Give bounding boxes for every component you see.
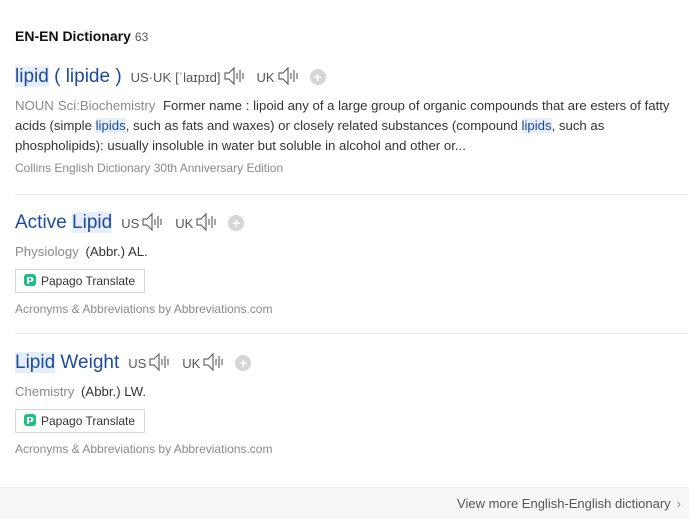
headword-highlight: lipid <box>15 66 49 87</box>
pronunciation-group: US UK <box>121 212 219 235</box>
us-label: US <box>121 215 140 231</box>
uk-label: UK <box>256 69 275 85</box>
ipa-text: [ˈlaɪpɪd] <box>175 69 221 85</box>
entry-active-lipid: Active Lipid US UK + Physiology (Abbr.) … <box>15 209 689 316</box>
view-more-link[interactable]: View more English-English dictionary › <box>457 496 681 511</box>
definition-text: , such as fats and waxes) or closely rel… <box>125 118 522 133</box>
uk-label: UK <box>175 215 194 231</box>
pronunciation-group: US UK <box>128 352 226 375</box>
us-label: US <box>128 355 147 371</box>
headword-link[interactable]: Lipid Weight <box>15 352 119 374</box>
speaker-icon[interactable] <box>148 352 172 375</box>
pronunciation-group: US·UK [ˈlaɪpɪd] UK <box>131 66 301 89</box>
headword-text: Weight <box>55 352 120 373</box>
headword-highlight: Lipid <box>72 212 113 233</box>
papago-translate-button[interactable]: Papago Translate <box>15 409 146 433</box>
definition-text: (Abbr.) LW. <box>81 384 147 399</box>
headword-variant: ( lipide ) <box>54 66 122 87</box>
papago-logo-icon <box>24 413 36 429</box>
speaker-icon[interactable] <box>141 212 165 235</box>
entry-lipid: lipid ( lipide ) US·UK [ˈlaɪpɪd] UK + NO… <box>15 63 689 175</box>
field-label: Physiology <box>15 244 79 259</box>
speaker-icon[interactable] <box>277 66 301 89</box>
field-label: Sci:Biochemistry <box>57 98 156 113</box>
definition-text: (Abbr.) AL. <box>85 244 148 259</box>
add-wordbook-plus-icon[interactable]: + <box>235 355 252 371</box>
add-wordbook-plus-icon[interactable]: + <box>228 215 245 231</box>
headword-text: Active <box>15 212 73 233</box>
part-of-speech: NOUN <box>15 98 54 113</box>
uk-label: UK <box>182 355 201 371</box>
dictionary-header: EN-EN Dictionary 63 <box>15 28 148 46</box>
entry-lipid-weight: Lipid Weight US UK + Chemistry (Abbr.) L… <box>15 349 689 456</box>
papago-translate-label: Papago Translate <box>41 274 136 288</box>
papago-logo-icon <box>24 273 36 289</box>
definition: Chemistry (Abbr.) LW. <box>15 382 689 402</box>
view-more-label: View more English-English dictionary <box>457 496 671 511</box>
field-label: Chemistry <box>15 384 75 399</box>
papago-translate-label: Papago Translate <box>41 414 136 428</box>
add-wordbook-plus-icon[interactable]: + <box>309 69 326 85</box>
speaker-icon[interactable] <box>223 66 247 89</box>
chevron-right-icon: › <box>676 496 681 511</box>
speaker-icon[interactable] <box>202 352 226 375</box>
definition: NOUN Sci:Biochemistry Former name : lipoi… <box>15 96 681 156</box>
headword-highlight: Lipid <box>15 352 56 373</box>
definition-highlight: lipids <box>521 118 552 133</box>
divider <box>15 333 689 334</box>
speaker-icon[interactable] <box>195 212 219 235</box>
result-count: 63 <box>134 30 149 44</box>
definition-highlight: lipids <box>95 118 126 133</box>
us-uk-label: US·UK <box>130 69 172 85</box>
divider <box>15 194 689 195</box>
headword-link[interactable]: lipid ( lipide ) <box>15 66 122 88</box>
dictionary-title: EN-EN Dictionary <box>15 28 131 44</box>
papago-translate-button[interactable]: Papago Translate <box>15 269 146 293</box>
source-label: Acronyms & Abbreviations by Abbreviation… <box>15 302 273 316</box>
footer-bar: View more English-English dictionary › <box>0 487 689 519</box>
source-label: Collins English Dictionary 30th Annivers… <box>15 161 284 175</box>
source-label: Acronyms & Abbreviations by Abbreviation… <box>15 442 273 456</box>
headword-link[interactable]: Active Lipid <box>15 212 113 234</box>
definition: Physiology (Abbr.) AL. <box>15 242 689 262</box>
